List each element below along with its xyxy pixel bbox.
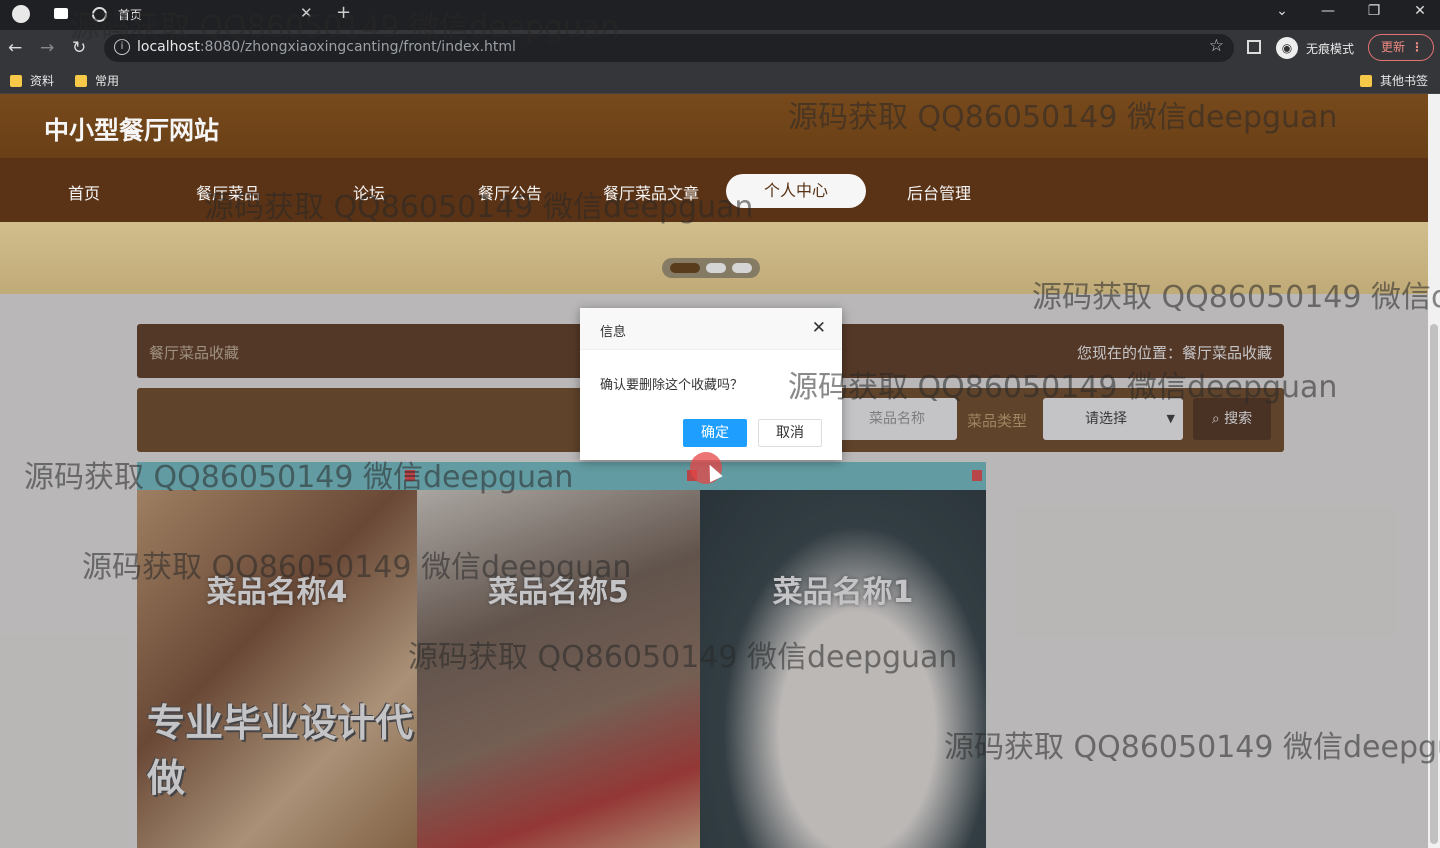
page-scrollbar[interactable]: [1428, 94, 1440, 848]
folder-icon: [1360, 75, 1372, 87]
restore-icon[interactable]: ❐: [1359, 3, 1389, 19]
scrollbar-thumb[interactable]: [1430, 324, 1438, 844]
folder-icon: [10, 75, 22, 87]
side-panel-icon[interactable]: [1247, 40, 1261, 54]
incognito-icon: ◉: [1276, 37, 1298, 59]
bookmark-folder[interactable]: 资料: [10, 72, 54, 89]
globe-icon: [92, 7, 107, 22]
other-bookmarks[interactable]: 其他书签: [1360, 72, 1428, 89]
reload-icon[interactable]: ↻: [72, 38, 86, 58]
browser-toolbar: ← → ↻ i localhost:8080/zhongxiaoxingcant…: [0, 30, 1440, 66]
close-window-icon[interactable]: ✕: [1405, 3, 1435, 19]
forward-icon[interactable]: →: [40, 38, 54, 58]
new-tab-icon[interactable]: +: [336, 2, 351, 23]
folder-icon: [75, 75, 87, 87]
dialog-header: 信息 ✕: [580, 308, 842, 350]
back-icon[interactable]: ←: [8, 38, 22, 58]
tab-title: 首页: [118, 8, 143, 22]
cancel-button[interactable]: 取消: [758, 419, 822, 447]
modal-shade: [0, 94, 1428, 294]
minimize-icon[interactable]: —: [1313, 3, 1343, 19]
dialog-message: 确认要删除这个收藏吗？: [600, 378, 744, 393]
bookmark-folder[interactable]: 常用: [75, 72, 119, 89]
tab-search-icon[interactable]: ⌄: [1267, 3, 1297, 19]
browser-logo-icon: [12, 5, 30, 23]
update-button[interactable]: 更新 ⋮: [1368, 34, 1434, 61]
incognito-label: 无痕模式: [1306, 42, 1355, 56]
browser-tabbar: 首页 ✕ + ⌄ — ❐ ✕: [0, 0, 1440, 30]
close-tab-icon[interactable]: ✕: [300, 4, 313, 22]
address-bar[interactable]: i localhost:8080/zhongxiaoxingcanting/fr…: [104, 34, 1234, 62]
url-text[interactable]: localhost:8080/zhongxiaoxingcanting/fron…: [137, 39, 516, 55]
page-icon: [54, 8, 68, 19]
close-icon[interactable]: ✕: [812, 318, 826, 338]
confirm-dialog: 信息 ✕ 确认要删除这个收藏吗？ 确定 取消: [580, 308, 842, 460]
bookmarks-bar: 资料 常用 其他书签: [0, 66, 1440, 94]
confirm-button[interactable]: 确定: [683, 419, 747, 447]
menu-icon[interactable]: ⋮: [1411, 35, 1423, 60]
site-info-icon[interactable]: i: [114, 39, 130, 55]
dialog-title: 信息: [600, 325, 627, 340]
bookmark-star-icon[interactable]: ☆: [1209, 36, 1224, 56]
browser-tab[interactable]: 首页 ✕: [82, 0, 322, 30]
